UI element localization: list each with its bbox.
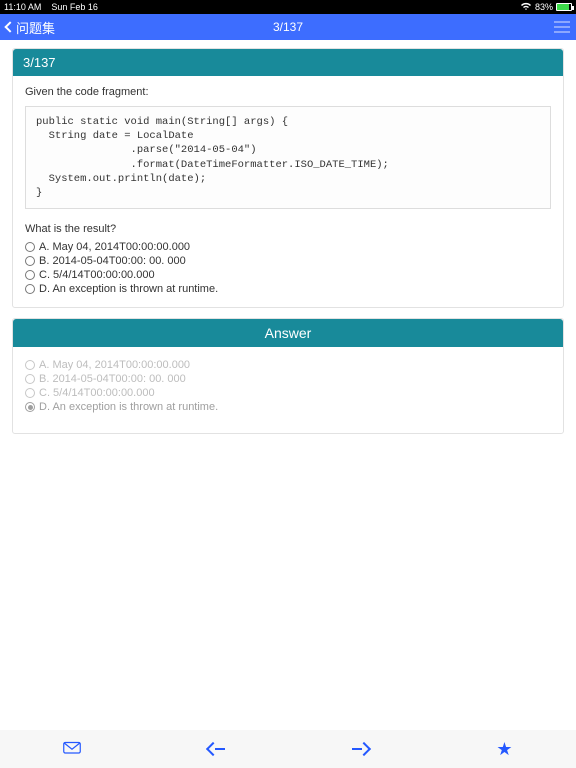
nav-bar: 问题集 3/137	[0, 14, 576, 40]
radio-icon	[25, 374, 35, 384]
answer-option: B. 2014-05-04T00:00: 00. 000	[25, 373, 551, 385]
battery-icon	[556, 3, 572, 11]
question-body: Given the code fragment: public static v…	[13, 76, 563, 307]
back-label: 问题集	[16, 18, 55, 37]
radio-icon	[25, 242, 35, 252]
status-time: 11:10 AM	[4, 2, 41, 12]
answer-header: Answer	[13, 319, 563, 347]
option-label: A. May 04, 2014T00:00:00.000	[39, 359, 190, 371]
status-date: Sun Feb 16	[51, 2, 98, 12]
option-label: C. 5/4/14T00:00:00.000	[39, 269, 155, 281]
question-prompt: What is the result?	[25, 223, 551, 235]
radio-icon	[25, 360, 35, 370]
code-fragment: public static void main(String[] args) {…	[25, 106, 551, 209]
radio-filled-icon	[25, 402, 35, 412]
back-button[interactable]: 问题集	[6, 18, 55, 37]
answer-body: A. May 04, 2014T00:00:00.000 B. 2014-05-…	[13, 347, 563, 433]
option-label: D. An exception is thrown at runtime.	[39, 283, 218, 295]
star-icon: ★	[496, 739, 512, 759]
answer-option-correct: D. An exception is thrown at runtime.	[25, 401, 551, 413]
answer-option: C. 5/4/14T00:00:00.000	[25, 387, 551, 399]
content-area: 3/137 Given the code fragment: public st…	[0, 40, 576, 452]
answer-card: Answer A. May 04, 2014T00:00:00.000 B. 2…	[12, 318, 564, 434]
question-option[interactable]: B. 2014-05-04T00:00: 00. 000	[25, 255, 551, 267]
mail-icon	[63, 740, 81, 754]
question-intro: Given the code fragment:	[25, 86, 551, 98]
option-label: A. May 04, 2014T00:00:00.000	[39, 241, 190, 253]
list-icon[interactable]	[554, 21, 570, 33]
question-options: A. May 04, 2014T00:00:00.000 B. 2014-05-…	[25, 241, 551, 295]
prev-button[interactable]	[208, 744, 225, 754]
question-card: 3/137 Given the code fragment: public st…	[12, 48, 564, 308]
arrow-left-icon	[206, 742, 220, 756]
radio-icon	[25, 388, 35, 398]
wifi-icon	[520, 2, 532, 13]
bottom-toolbar: ★	[0, 730, 576, 768]
favorite-button[interactable]: ★	[496, 739, 512, 760]
status-right: 83%	[520, 2, 572, 13]
radio-icon	[25, 256, 35, 266]
option-label: D. An exception is thrown at runtime.	[39, 401, 218, 413]
question-option[interactable]: C. 5/4/14T00:00:00.000	[25, 269, 551, 281]
battery-percent: 83%	[535, 2, 553, 12]
option-label: B. 2014-05-04T00:00: 00. 000	[39, 373, 186, 385]
chevron-left-icon	[4, 21, 15, 32]
mail-button[interactable]	[63, 740, 81, 759]
radio-icon	[25, 284, 35, 294]
page-title: 3/137	[273, 20, 303, 34]
arrow-right-icon	[357, 742, 371, 756]
option-label: B. 2014-05-04T00:00: 00. 000	[39, 255, 186, 267]
status-bar: 11:10 AM Sun Feb 16 83%	[0, 0, 576, 14]
answer-option: A. May 04, 2014T00:00:00.000	[25, 359, 551, 371]
question-option[interactable]: A. May 04, 2014T00:00:00.000	[25, 241, 551, 253]
question-header: 3/137	[13, 49, 563, 76]
next-button[interactable]	[352, 744, 369, 754]
option-label: C. 5/4/14T00:00:00.000	[39, 387, 155, 399]
status-left: 11:10 AM Sun Feb 16	[4, 2, 98, 12]
radio-icon	[25, 270, 35, 280]
question-option[interactable]: D. An exception is thrown at runtime.	[25, 283, 551, 295]
